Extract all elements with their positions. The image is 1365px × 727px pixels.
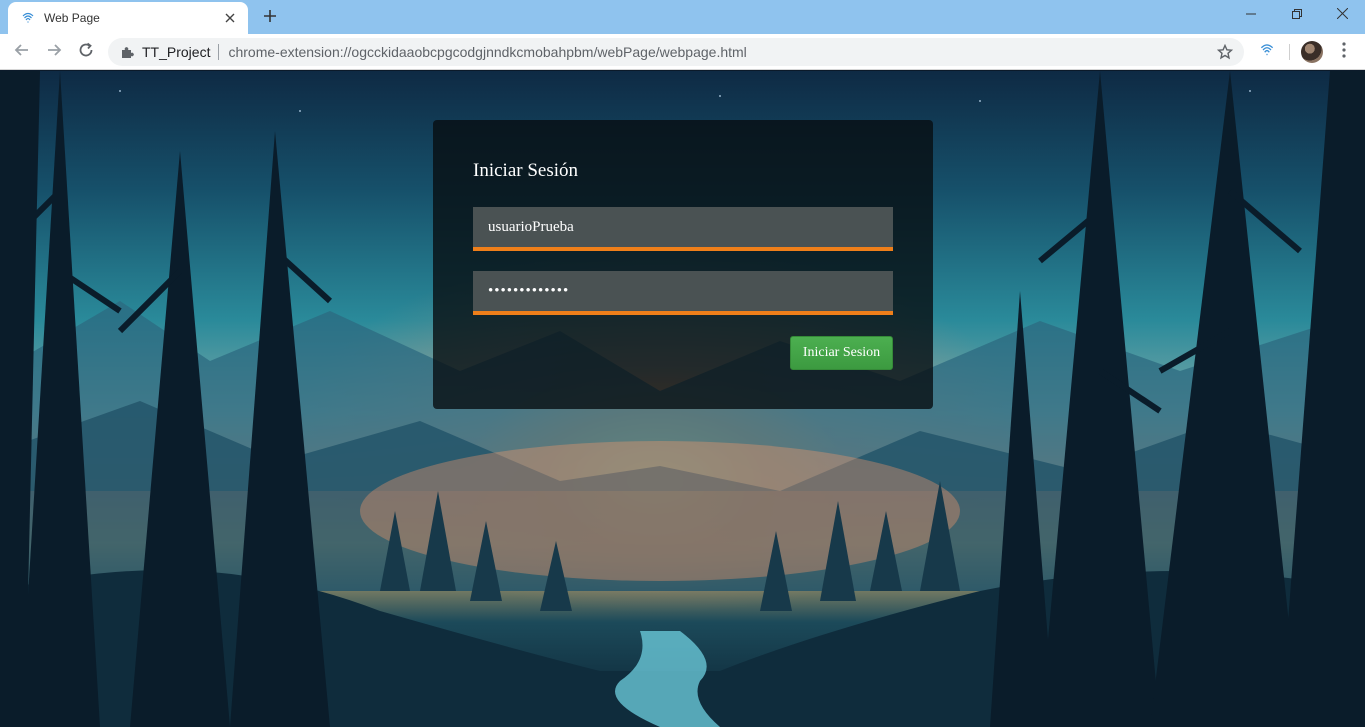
toolbar-divider [1289, 44, 1290, 60]
star-icon[interactable] [1216, 43, 1234, 61]
plus-icon [263, 9, 277, 28]
back-button[interactable] [8, 38, 36, 66]
address-bar[interactable]: TT_Project chrome-extension://ogcckidaao… [108, 38, 1244, 66]
browser-toolbar: TT_Project chrome-extension://ogcckidaao… [0, 34, 1365, 70]
reload-icon [78, 42, 94, 63]
password-input[interactable] [473, 271, 893, 315]
forward-icon [46, 42, 62, 63]
window-close-button[interactable] [1319, 0, 1365, 30]
close-icon[interactable] [222, 10, 238, 26]
minimize-button[interactable] [1228, 0, 1274, 30]
login-card: Iniciar Sesión Iniciar Sesion [433, 120, 933, 409]
more-menu-icon [1342, 41, 1346, 63]
extension-name: TT_Project [142, 44, 211, 60]
puzzle-icon [120, 44, 136, 60]
avatar[interactable] [1301, 41, 1323, 63]
restore-button[interactable] [1274, 0, 1320, 30]
close-icon [1336, 6, 1348, 24]
forward-button[interactable] [40, 38, 68, 66]
minimize-icon [1246, 6, 1256, 24]
reload-button[interactable] [72, 38, 100, 66]
back-icon [14, 42, 30, 63]
login-title: Iniciar Sesión [473, 160, 579, 181]
username-input[interactable] [473, 207, 893, 251]
url-text[interactable]: chrome-extension://ogcckidaaobcpgcodgjnn… [228, 44, 1216, 60]
fingerprint-icon [20, 10, 36, 26]
login-button[interactable]: Iniciar Sesion [790, 336, 893, 370]
more-menu-button[interactable] [1332, 40, 1356, 64]
browser-titlebar: Web Page [0, 0, 1365, 34]
address-separator [218, 44, 220, 60]
extension-button[interactable] [1255, 40, 1279, 64]
restore-icon [1292, 6, 1302, 24]
page-viewport: Iniciar Sesión Iniciar Sesion [0, 71, 1365, 727]
browser-tab[interactable]: Web Page [8, 2, 248, 34]
extension-fingerprint-icon [1258, 41, 1276, 64]
new-tab-button[interactable] [258, 6, 282, 30]
tab-title: Web Page [44, 11, 100, 25]
